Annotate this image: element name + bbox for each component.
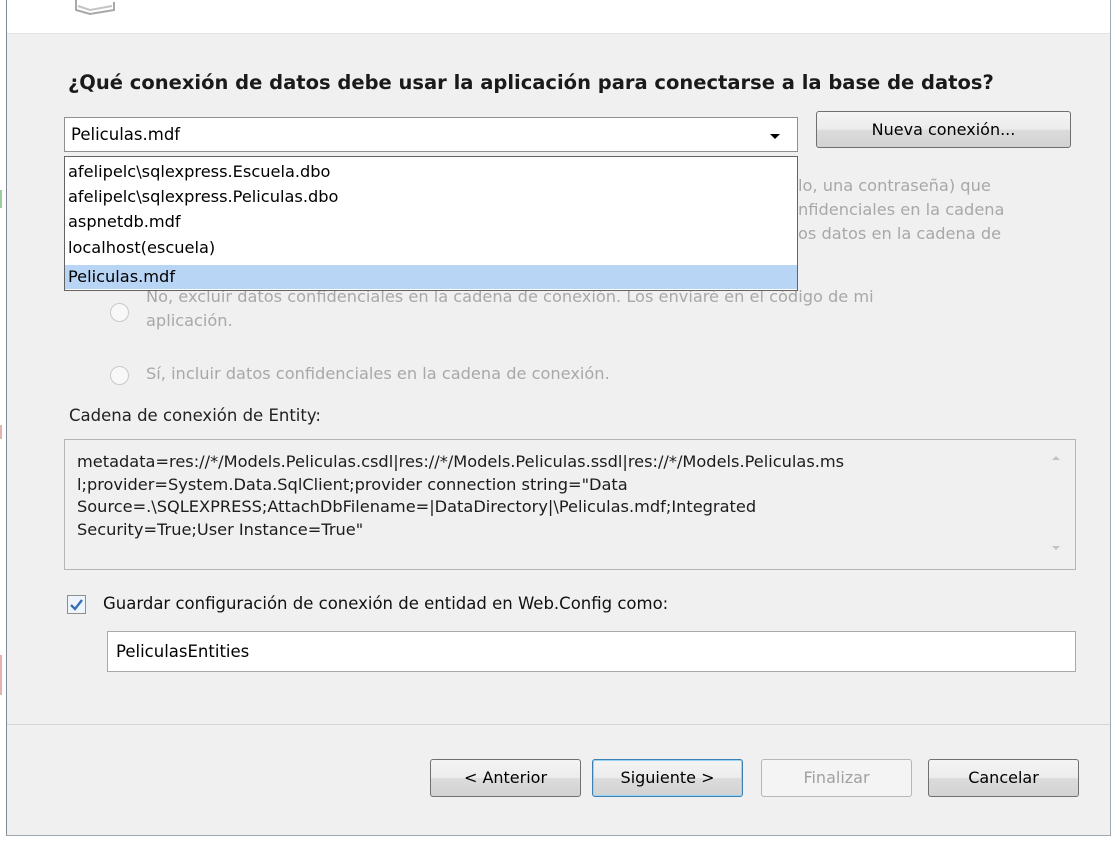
database-wizard-icon: [70, 0, 116, 16]
entity-connection-string: metadata=res://*/Models.Peliculas.csdl|r…: [77, 451, 1027, 541]
entities-name-input[interactable]: PeliculasEntities: [107, 631, 1076, 672]
finish-button[interactable]: Finalizar: [761, 759, 912, 797]
new-connection-button[interactable]: Nueva conexión...: [816, 111, 1071, 148]
dropdown-option[interactable]: localhost(escuela): [65, 236, 797, 259]
connection-dropdown-list[interactable]: afelipelc\sqlexpress.Escuela.dbo afelipe…: [64, 156, 798, 291]
radio-include-label: Sí, incluir datos confidenciales en la c…: [146, 364, 610, 383]
entity-connection-line: l;provider=System.Data.SqlClient;provide…: [77, 474, 628, 494]
window-border-bottom: [6, 835, 1111, 836]
hidden-text-line-1: lo, una contraseña) que: [798, 176, 991, 195]
hidden-text-line-3: os datos en la cadena de: [798, 224, 1002, 243]
wizard-header: [7, 0, 1110, 34]
entity-connection-label: Cadena de conexión de Entity:: [69, 406, 321, 425]
window-border-right: [1110, 0, 1111, 836]
radio-exclude-label-line-2: aplicación.: [146, 311, 233, 330]
entity-connection-line: metadata=res://*/Models.Peliculas.csdl|r…: [77, 452, 845, 471]
save-config-label: Guardar configuración de conexión de ent…: [103, 594, 669, 613]
scroll-down-icon[interactable]: [1049, 540, 1063, 554]
dropdown-option-selected[interactable]: Peliculas.mdf: [65, 265, 797, 289]
previous-button[interactable]: < Anterior: [430, 759, 581, 797]
entities-name-value: PeliculasEntities: [116, 642, 250, 661]
chevron-down-icon[interactable]: [767, 128, 783, 144]
entity-connection-string-box[interactable]: metadata=res://*/Models.Peliculas.csdl|r…: [64, 439, 1076, 570]
dropdown-option[interactable]: afelipelc\sqlexpress.Escuela.dbo: [65, 160, 797, 183]
scroll-up-icon[interactable]: [1049, 450, 1063, 464]
connection-combobox-value: Peliculas.mdf: [71, 125, 181, 144]
checkmark-icon: [70, 599, 83, 611]
page-question: ¿Qué conexión de datos debe usar la apli…: [68, 71, 994, 94]
dropdown-option[interactable]: afelipelc\sqlexpress.Peliculas.dbo: [65, 185, 797, 208]
radio-include-sensitive[interactable]: [110, 366, 129, 385]
hidden-text-line-2: nfidenciales en la cadena: [798, 200, 1005, 219]
dropdown-option[interactable]: aspnetdb.mdf: [65, 210, 797, 233]
save-config-checkbox[interactable]: [67, 595, 86, 614]
entity-connection-line: Source=.\SQLEXPRESS;AttachDbFilename=|Da…: [77, 497, 757, 516]
connection-combobox[interactable]: Peliculas.mdf: [64, 117, 798, 152]
next-button[interactable]: Siguiente >: [592, 759, 743, 797]
entity-connection-line: Security=True;User Instance=True": [77, 519, 364, 539]
cancel-button[interactable]: Cancelar: [928, 759, 1079, 797]
radio-exclude-sensitive[interactable]: [110, 303, 129, 322]
